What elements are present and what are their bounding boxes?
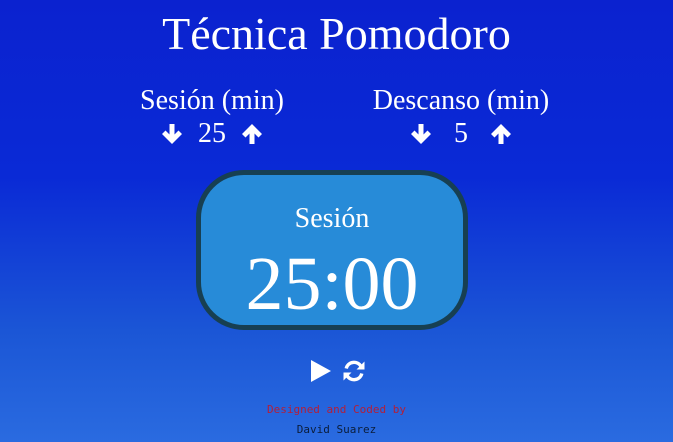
play-icon — [310, 360, 331, 382]
break-length-control: Descanso (min) 5 — [351, 85, 571, 150]
arrow-up-icon — [242, 124, 262, 144]
session-length-row: 25 — [102, 118, 322, 150]
refresh-icon — [343, 360, 364, 382]
break-decrement-button[interactable] — [408, 121, 434, 147]
session-increment-button[interactable] — [239, 121, 265, 147]
footer-credit-line: Designed and Coded by — [266, 403, 407, 416]
break-length-value: 5 — [454, 118, 468, 149]
session-decrement-button[interactable] — [159, 121, 185, 147]
session-length-value: 25 — [198, 118, 226, 149]
session-length-label: Sesión (min) — [140, 85, 284, 116]
timer-label: Sesión — [294, 203, 370, 234]
break-length-row: 5 — [351, 118, 571, 150]
reset-button[interactable] — [341, 358, 367, 384]
timer-time: 25:00 — [245, 242, 419, 326]
session-length-control: Sesión (min) 25 — [102, 85, 322, 150]
break-increment-button[interactable] — [488, 121, 514, 147]
arrow-down-icon — [411, 124, 431, 144]
footer-author-name: David Suarez — [296, 423, 377, 436]
arrow-up-icon — [491, 124, 511, 144]
timer-display: Sesión 25:00 — [196, 170, 468, 330]
break-length-label: Descanso (min) — [372, 85, 550, 116]
timer-controls — [0, 358, 673, 384]
play-button[interactable] — [307, 358, 333, 384]
app-title: Técnica Pomodoro — [162, 8, 511, 59]
arrow-down-icon — [162, 124, 182, 144]
